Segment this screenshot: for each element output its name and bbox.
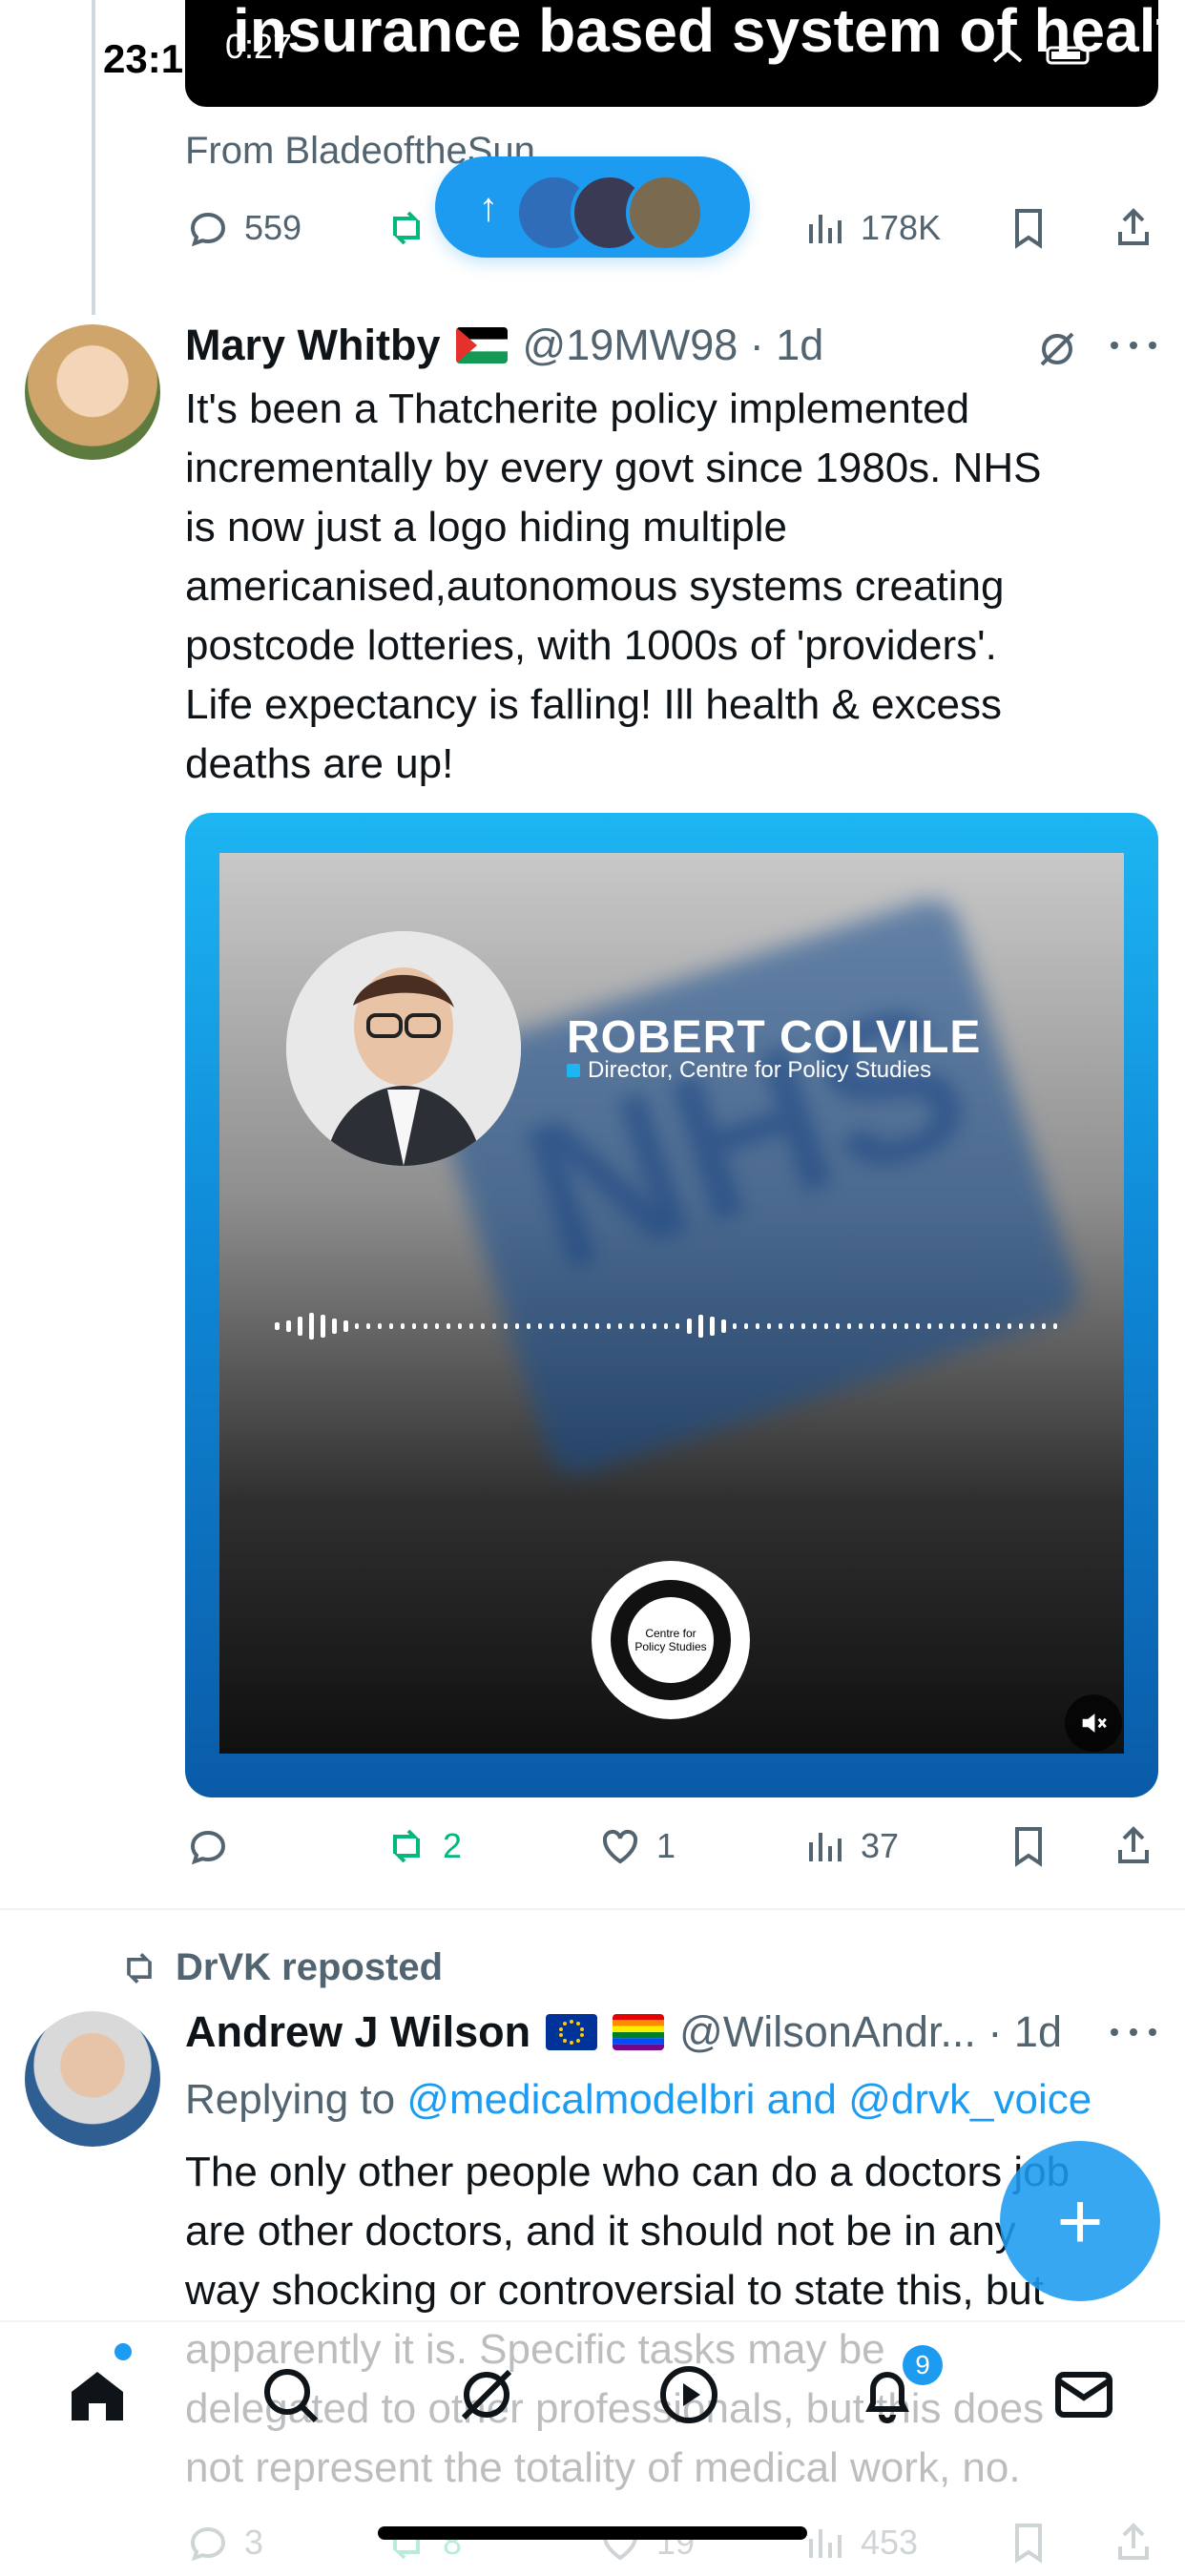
new-posts-pill[interactable]: ↑ [435,156,750,258]
speaker-portrait [286,931,521,1166]
up-arrow-icon: ↑ [478,184,499,229]
views-icon [809,215,842,243]
like-button[interactable]: 1 [597,1813,676,1880]
compose-button[interactable]: + [1000,2141,1160,2301]
author-handle[interactable]: @WilsonAndr... · 1d [679,2007,1062,2057]
author-name[interactable]: Mary Whitby [185,321,441,370]
more-options-icon[interactable] [1107,2021,1160,2044]
views-count: 37 [861,1826,900,1865]
speaker-role-text: Director, Centre for Policy Studies [588,1057,932,1083]
share-icon [1118,208,1149,245]
mute-button[interactable] [1065,1694,1122,1752]
grok-icon[interactable] [1034,326,1080,372]
status-time: 23:1 [103,36,184,81]
home-icon[interactable] [63,2360,132,2429]
reply-icon [190,212,226,247]
bookmark-button[interactable] [1006,1813,1051,1880]
home-indicator [378,2526,807,2540]
tweet2-header: Andrew J Wilson @WilsonAndr... · 1d [185,2004,1062,2061]
heart-icon [602,1829,638,1864]
views-icon [809,1833,842,1861]
views-count: 178K [861,208,942,247]
home-unread-dot [114,2343,132,2360]
reply-button[interactable]: 559 [185,195,301,261]
like-count: 1 [656,1826,676,1865]
avatar-mary-whitby[interactable] [25,324,160,460]
avatar-mini-3 [626,174,704,252]
tweet-divider [0,1908,1185,1910]
replying-to: Replying to @medicalmodelbri and @drvk_v… [185,2076,1091,2124]
palestine-flag-icon [455,327,508,364]
cps-logo: Centre for Policy Studies [592,1561,750,1719]
bookmark-icon [1015,1827,1042,1867]
tweet1-actions: 2 1 37 [185,1813,1158,1880]
bookmark-button[interactable] [1006,195,1051,261]
repost-icon [127,1952,152,1984]
speaker-muted-icon [1082,1714,1107,1733]
share-button[interactable] [1111,195,1156,261]
tweet1-header: Mary Whitby @19MW98 · 1d [185,317,823,374]
bookmark-icon [1015,209,1042,249]
repost-context-text: DrVK reposted [176,1946,444,1988]
mail-icon[interactable] [1050,2360,1118,2429]
thread-connector-line [92,0,95,315]
share-icon [1118,1826,1149,1863]
avatar-andrew-wilson[interactable] [25,2011,160,2147]
search-icon[interactable] [256,2360,324,2429]
video-frame: NHS ROBERT COLVILE Director, Centre for … [219,853,1124,1754]
role-marker [567,1064,580,1077]
reply-button[interactable] [185,1813,231,1880]
cps-logo-text: Centre for Policy Studies [628,1597,714,1683]
views-button[interactable]: 178K [801,195,941,261]
notifications-badge: 9 [903,2345,943,2385]
eu-flag-icon [546,2014,598,2050]
repost-icon [393,1829,420,1863]
grok-icon[interactable] [452,2360,521,2429]
audio-waveform [275,1313,1057,1340]
speaker-name: ROBERT COLVILE [567,1012,982,1063]
more-options-icon[interactable] [1107,334,1160,357]
reply-count: 559 [244,208,302,247]
speaker-role: Director, Centre for Policy Studies [567,1057,931,1084]
video-elapsed: 0:27 [225,27,293,66]
repost-context[interactable]: DrVK reposted [118,1946,443,1989]
repost-icon [393,211,420,245]
views-button[interactable]: 37 [801,1813,899,1880]
tweet1-text: It's been a Thatcherite policy implement… [185,385,1042,787]
repost-count: 2 [443,1826,463,1865]
reply-icon [190,1830,226,1865]
plus-icon: + [1056,2175,1104,2266]
author-handle[interactable]: @19MW98 · 1d [523,321,824,370]
rainbow-flag-icon [613,2014,665,2050]
status-icons [992,46,1090,65]
share-button[interactable] [1111,1813,1156,1880]
reply-prefix: Replying to [185,2076,407,2123]
video-play-icon[interactable] [655,2360,723,2429]
reply-mentions[interactable]: @medicalmodelbri and @drvk_voice [406,2076,1091,2123]
repost-button[interactable]: 2 [384,1813,462,1880]
repost-button[interactable] [384,195,429,261]
author-name[interactable]: Andrew J Wilson [185,2007,530,2057]
tweet1-media[interactable]: NHS ROBERT COLVILE Director, Centre for … [185,813,1158,1797]
